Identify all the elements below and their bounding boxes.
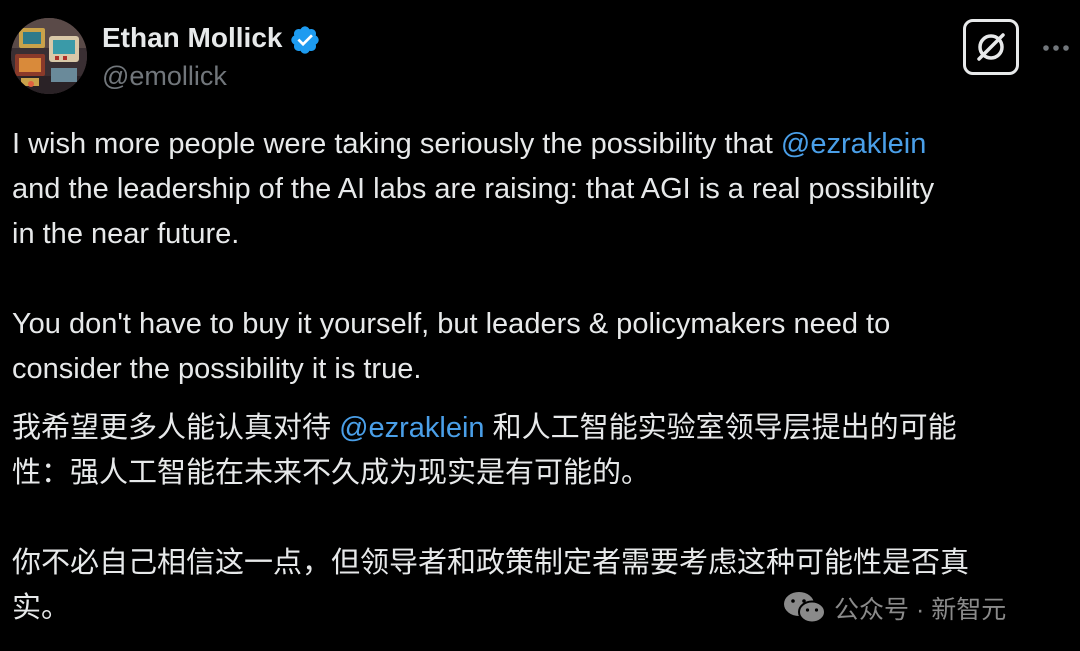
x-logo-button[interactable] (963, 19, 1019, 75)
author-name[interactable]: Ethan Mollick (102, 20, 282, 56)
mention-link[interactable]: @ezraklein (781, 128, 927, 160)
tweet-line: 你不必自己相信这一点，但领导者和政策制定者需要考虑这种可能性是否真 (12, 547, 970, 579)
tweet-text-english: I wish more people were taking seriously… (12, 122, 1072, 392)
author-handle[interactable]: @emollick (102, 58, 227, 94)
more-options-icon[interactable] (1040, 28, 1072, 64)
x-logo-icon (977, 33, 1005, 61)
avatar-image (11, 18, 87, 94)
avatar[interactable] (11, 18, 87, 94)
tweet-line: in the near future. (12, 218, 240, 250)
tweet-line: and the leadership of the AI labs are ra… (12, 173, 935, 205)
watermark-text: 公众号 · 新智元 (834, 596, 1007, 624)
watermark: 公众号 · 新智元 (782, 588, 1006, 628)
mention-link[interactable]: @ezraklein (339, 412, 485, 444)
tweet-line: You don't have to buy it yourself, but l… (12, 308, 891, 340)
tweet-line: 我希望更多人能认真对待 @ezraklein 和人工智能实验室领导层提出的可能 (12, 412, 957, 444)
tweet-card: Ethan Mollick @emollick I wish more peop… (0, 0, 1080, 651)
wechat-icon (784, 592, 826, 624)
tweet-line: 性：强人工智能在未来不久成为现实是有可能的。 (12, 457, 651, 489)
tweet-line: I wish more people were taking seriously… (12, 128, 927, 160)
tweet-line: consider the possibility it is true. (12, 353, 422, 385)
verified-badge-icon (291, 26, 319, 54)
